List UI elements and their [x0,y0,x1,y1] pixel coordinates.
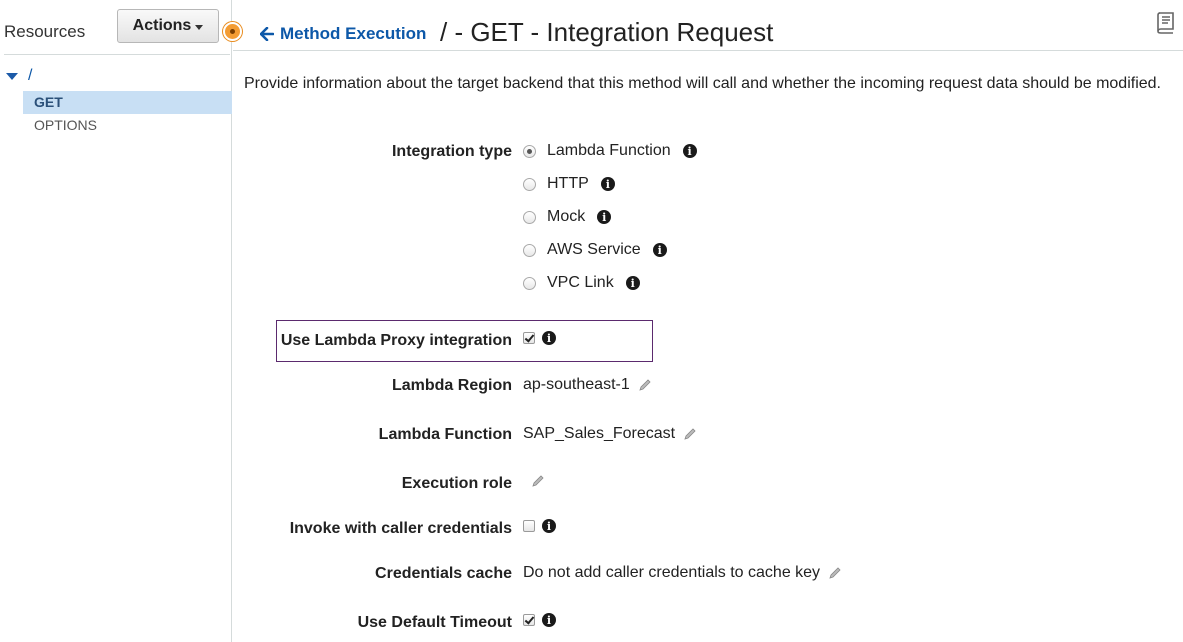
invoke-caller-credentials-checkbox[interactable] [523,520,535,532]
option-label: Mock [547,208,586,225]
arrow-left-icon [260,27,274,41]
radio-button[interactable] [523,177,536,191]
info-icon[interactable]: i [597,210,612,224]
radio-button[interactable] [523,210,536,224]
header-divider [233,50,1183,51]
lambda-function-label: Lambda Function [378,426,512,443]
page-title: / - GET - Integration Request [440,17,774,47]
tree-root-label: / [28,67,33,84]
pencil-icon[interactable] [531,474,545,488]
page-description: Provide information about the target bac… [244,75,1161,92]
option-label: HTTP [547,175,589,192]
integration-type-label: Integration type [391,143,512,160]
lambda-function-text: SAP_Sales_Forecast [523,425,676,442]
resources-title: Resources [4,22,86,41]
info-icon[interactable]: i [625,276,640,290]
credentials-cache-text: Do not add caller credentials to cache k… [523,564,821,581]
expand-triangle-icon[interactable] [6,72,18,80]
default-timeout-checkbox[interactable] [523,614,535,626]
info-icon[interactable]: i [682,144,697,158]
pencil-icon[interactable] [683,427,697,441]
sidebar-divider [4,54,230,55]
info-icon[interactable]: i [652,243,667,257]
radio-mock[interactable]: Mock i [523,208,612,226]
default-timeout-row[interactable]: i [523,613,556,627]
lambda-region-value: ap-southeast-1 [523,376,652,394]
lambda-region-label: Lambda Region [391,377,512,394]
radio-aws-service[interactable]: AWS Service i [523,241,667,259]
default-timeout-label: Use Default Timeout [357,614,512,631]
lambda-proxy-checkbox[interactable] [523,332,535,344]
radio-lambda-function[interactable]: Lambda Function i [523,142,697,160]
radio-button[interactable] [523,276,536,290]
invoke-caller-credentials-label: Invoke with caller credentials [289,520,512,537]
method-execution-label: Method Execution [280,24,427,43]
tree-item-options[interactable]: OPTIONS [23,114,232,137]
actions-button[interactable]: Actions [117,9,219,43]
actions-label: Actions [132,17,192,34]
info-icon[interactable]: i [542,613,556,627]
radio-button-selected[interactable] [523,144,536,158]
status-badge-icon[interactable] [223,22,242,41]
radio-vpc-link[interactable]: VPC Link i [523,274,640,292]
book-icon[interactable] [1154,10,1178,34]
pencil-icon[interactable] [638,378,652,392]
lambda-region-text: ap-southeast-1 [523,376,630,393]
lambda-function-value: SAP_Sales_Forecast [523,425,697,443]
execution-role-label: Execution role [401,475,512,492]
info-icon[interactable]: i [542,331,556,345]
invoke-caller-credentials-row[interactable]: i [523,519,556,533]
option-label: VPC Link [547,274,614,291]
method-execution-link[interactable]: Method Execution [260,24,426,44]
info-icon[interactable]: i [600,177,615,191]
credentials-cache-value: Do not add caller credentials to cache k… [523,564,842,582]
radio-http[interactable]: HTTP i [523,175,615,193]
option-label: AWS Service [547,241,641,258]
caret-down-icon [195,24,204,30]
lambda-proxy-checkbox-row[interactable]: i [523,331,556,345]
radio-button[interactable] [523,243,536,257]
tree-root-node[interactable]: / [6,67,32,85]
option-label: Lambda Function [547,142,671,159]
info-icon[interactable]: i [542,519,556,533]
execution-role-value [523,474,545,488]
lambda-proxy-label: Use Lambda Proxy integration [280,332,512,349]
resources-sidebar: Resources Actions / GET OPTIONS [0,0,232,642]
credentials-cache-label: Credentials cache [375,565,512,582]
tree-item-get[interactable]: GET [23,91,232,114]
pencil-icon[interactable] [828,566,842,580]
